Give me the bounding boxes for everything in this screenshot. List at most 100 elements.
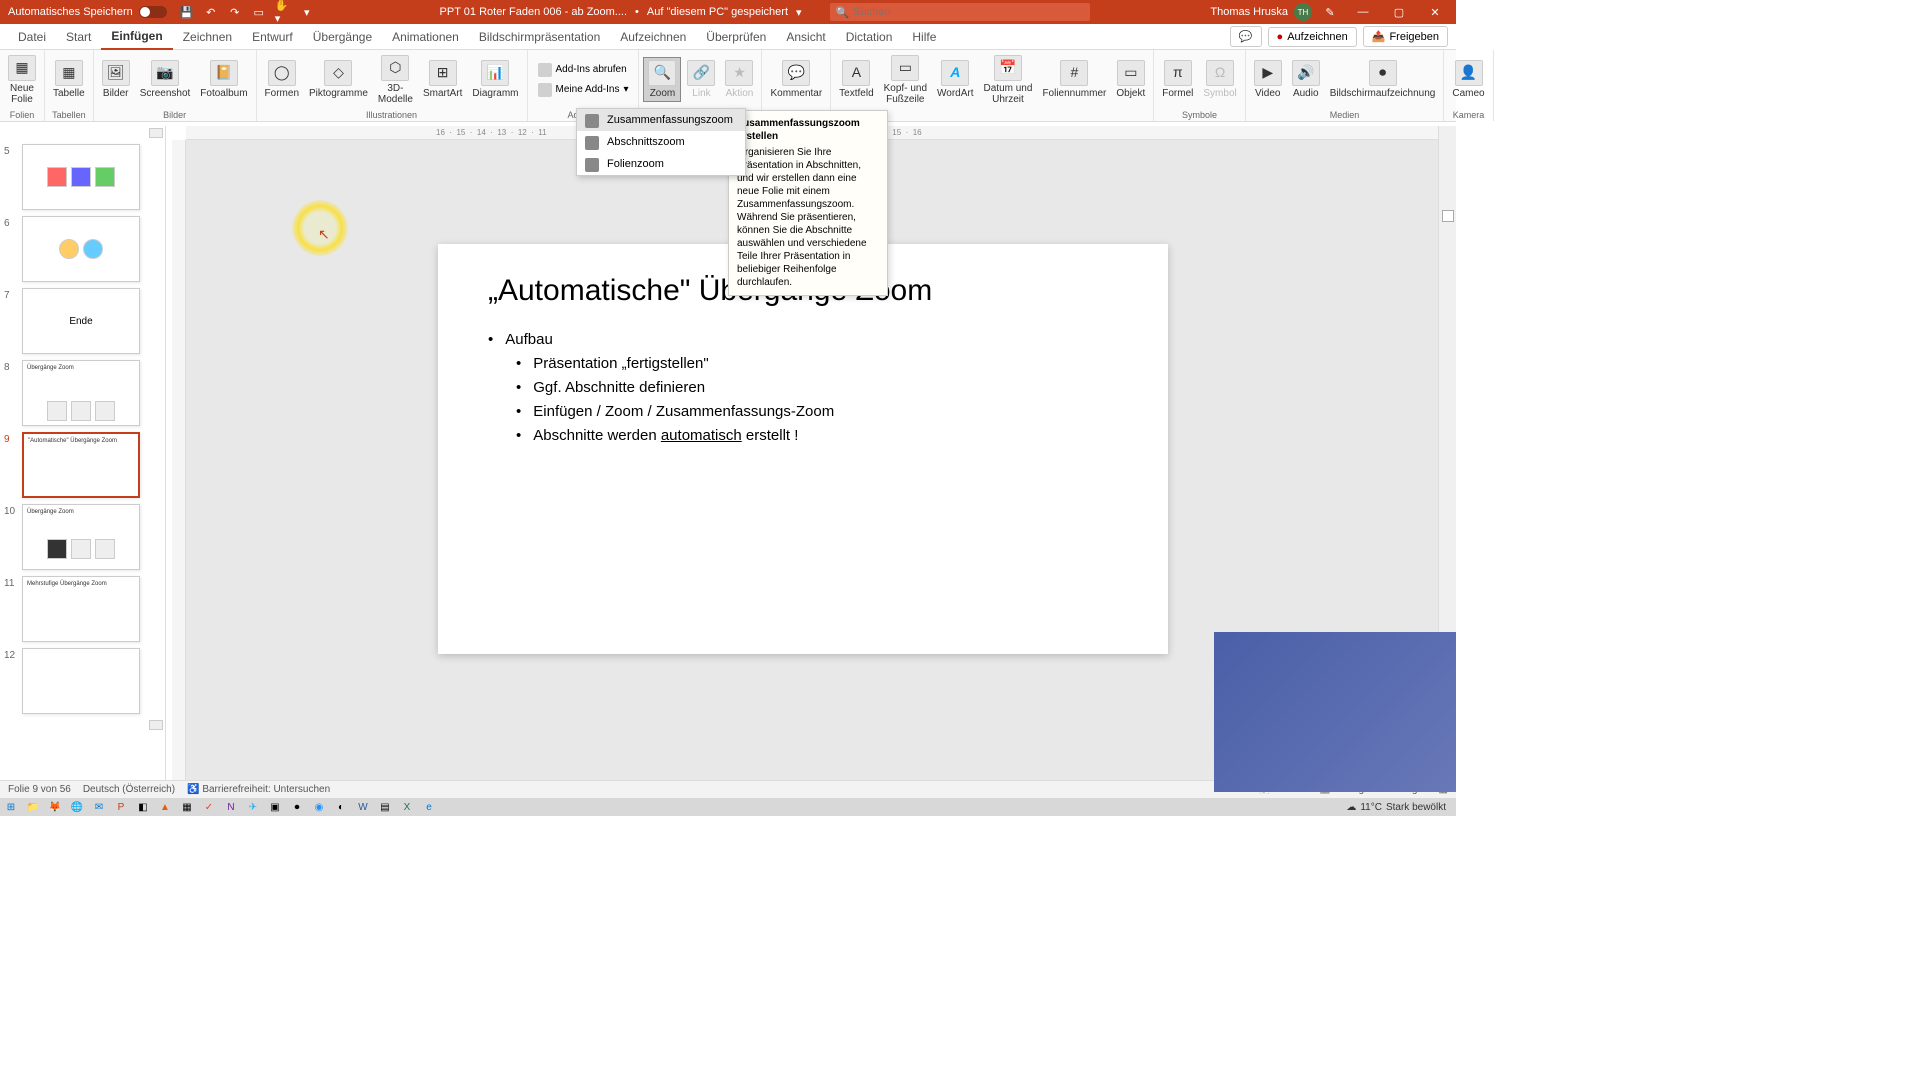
- textfeld-button[interactable]: ATextfeld: [835, 58, 877, 101]
- share-button[interactable]: 📤 Freigeben: [1363, 26, 1448, 47]
- search-input[interactable]: [853, 6, 1083, 18]
- neue-folie-button[interactable]: ▦Neue Folie: [4, 53, 40, 107]
- app-icon-6[interactable]: ▤: [374, 798, 396, 816]
- qa-more-icon[interactable]: ▾: [299, 4, 315, 20]
- link-button[interactable]: 🔗Link: [683, 58, 719, 101]
- tab-einfuegen[interactable]: Einfügen: [101, 24, 172, 50]
- maximize-icon[interactable]: ▢: [1384, 0, 1414, 24]
- symbol-button[interactable]: ΩSymbol: [1199, 58, 1240, 101]
- word-icon[interactable]: W: [352, 798, 374, 816]
- outlook-icon[interactable]: ✉: [88, 798, 110, 816]
- slide-thumb-7[interactable]: 7 Ende: [22, 288, 161, 354]
- objekt-button[interactable]: ▭Objekt: [1112, 58, 1149, 101]
- slide-panel[interactable]: 5 6 7 Ende 8 Übergänge Zoom 9 "Automatis…: [0, 126, 166, 792]
- wordart-button[interactable]: AWordArt: [933, 58, 978, 101]
- slide-thumb-5[interactable]: 5: [22, 144, 161, 210]
- app-icon-3[interactable]: ▣: [264, 798, 286, 816]
- meine-addins-button[interactable]: Meine Add-Ins ▾: [532, 81, 635, 99]
- tab-animationen[interactable]: Animationen: [382, 25, 469, 49]
- user-avatar[interactable]: TH: [1294, 3, 1312, 21]
- app-icon-4[interactable]: ◉: [308, 798, 330, 816]
- minimize-icon[interactable]: —: [1348, 0, 1378, 24]
- obs-icon[interactable]: ⏺: [286, 798, 308, 816]
- excel-icon[interactable]: X: [396, 798, 418, 816]
- datum-button[interactable]: 📅Datum und Uhrzeit: [980, 53, 1037, 107]
- slide-bullets[interactable]: Aufbau Präsentation „fertigstellen" Ggf.…: [488, 328, 1118, 448]
- slide-thumb-8[interactable]: 8 Übergänge Zoom: [22, 360, 161, 426]
- zoom-menu-section[interactable]: Abschnittszoom: [577, 131, 745, 153]
- tab-ansicht[interactable]: Ansicht: [776, 25, 835, 49]
- tab-ueberpruefen[interactable]: Überprüfen: [696, 25, 776, 49]
- screenshot-button[interactable]: 📷Screenshot: [136, 58, 195, 101]
- app-icon-1[interactable]: ◧: [132, 798, 154, 816]
- tab-start[interactable]: Start: [56, 25, 101, 49]
- app-icon-5[interactable]: ◐: [330, 798, 352, 816]
- undo-icon[interactable]: ↶: [203, 4, 219, 20]
- formen-button[interactable]: ◯Formen: [261, 58, 303, 101]
- slide-thumb-6[interactable]: 6: [22, 216, 161, 282]
- audio-button[interactable]: 🔊Audio: [1288, 58, 1324, 101]
- search-box[interactable]: 🔍: [830, 3, 1090, 21]
- app-icon-2[interactable]: ▦: [176, 798, 198, 816]
- todoist-icon[interactable]: ✓: [198, 798, 220, 816]
- slide-counter[interactable]: Folie 9 von 56: [8, 784, 71, 795]
- accessibility-status[interactable]: ♿ Barrierefreiheit: Untersuchen: [187, 784, 330, 795]
- diagramm-button[interactable]: 📊Diagramm: [468, 58, 522, 101]
- tab-bildschirmpraesentation[interactable]: Bildschirmpräsentation: [469, 25, 610, 49]
- explorer-icon[interactable]: 📁: [22, 798, 44, 816]
- formel-button[interactable]: πFormel: [1158, 58, 1197, 101]
- bilder-button[interactable]: 🖼Bilder: [98, 58, 134, 101]
- aktion-button[interactable]: ★Aktion: [721, 58, 757, 101]
- touch-icon[interactable]: ✋▾: [275, 4, 291, 20]
- tab-dictation[interactable]: Dictation: [836, 25, 903, 49]
- tab-entwurf[interactable]: Entwurf: [242, 25, 303, 49]
- tab-aufzeichnen[interactable]: Aufzeichnen: [610, 25, 696, 49]
- autosave-toggle[interactable]: [139, 6, 167, 18]
- start-icon[interactable]: ⊞: [0, 798, 22, 816]
- zoom-menu-summary[interactable]: Zusammenfassungszoom: [577, 109, 745, 131]
- addins-abrufen-button[interactable]: Add-Ins abrufen: [532, 61, 635, 79]
- 3d-modelle-button[interactable]: ⬡3D- Modelle: [374, 53, 417, 107]
- comments-button[interactable]: 💬: [1230, 26, 1262, 47]
- slide-thumb-10[interactable]: 10 Übergänge Zoom: [22, 504, 161, 570]
- onenote-icon[interactable]: N: [220, 798, 242, 816]
- telegram-icon[interactable]: ✈: [242, 798, 264, 816]
- autosave[interactable]: Automatisches Speichern: [0, 6, 175, 18]
- language-status[interactable]: Deutsch (Österreich): [83, 784, 175, 795]
- piktogramme-button[interactable]: ◇Piktogramme: [305, 58, 372, 101]
- tab-uebergaenge[interactable]: Übergänge: [303, 25, 382, 49]
- zoom-menu-slide[interactable]: Folienzoom: [577, 153, 745, 175]
- collapse-toggle[interactable]: [1442, 210, 1454, 222]
- kommentar-button[interactable]: 💬Kommentar: [766, 58, 826, 101]
- smartart-button[interactable]: ⊞SmartArt: [419, 58, 466, 101]
- panel-down-icon[interactable]: [149, 720, 163, 730]
- slide-thumb-9[interactable]: 9 "Automatische" Übergänge Zoom: [22, 432, 161, 498]
- tab-hilfe[interactable]: Hilfe: [902, 25, 946, 49]
- weather-widget[interactable]: ☁ 11°C Stark bewölkt: [1336, 802, 1456, 813]
- firefox-icon[interactable]: 🦊: [44, 798, 66, 816]
- video-button[interactable]: ▶Video: [1250, 58, 1286, 101]
- powerpoint-icon[interactable]: P: [110, 798, 132, 816]
- present-icon[interactable]: ▭: [251, 4, 267, 20]
- save-icon[interactable]: 💾: [179, 4, 195, 20]
- panel-up-icon[interactable]: [149, 128, 163, 138]
- tab-zeichnen[interactable]: Zeichnen: [173, 25, 242, 49]
- slide-thumb-11[interactable]: 11 Mehrstufige Übergänge Zoom: [22, 576, 161, 642]
- vlc-icon[interactable]: ▲: [154, 798, 176, 816]
- record-button[interactable]: ●Aufzeichnen: [1268, 27, 1357, 47]
- edge-icon[interactable]: e: [418, 798, 440, 816]
- close-icon[interactable]: ✕: [1420, 0, 1450, 24]
- kopffuss-button[interactable]: ▭Kopf- und Fußzeile: [880, 53, 931, 107]
- drawing-icon[interactable]: ✎: [1322, 4, 1338, 20]
- foliennummer-button[interactable]: #Foliennummer: [1038, 58, 1110, 101]
- zoom-button[interactable]: 🔍Zoom: [643, 57, 681, 102]
- redo-icon[interactable]: ↷: [227, 4, 243, 20]
- chrome-icon[interactable]: 🌐: [66, 798, 88, 816]
- slide-canvas[interactable]: „Automatische" Übergänge Zoom Aufbau Prä…: [438, 244, 1168, 654]
- tabelle-button[interactable]: ▦Tabelle: [49, 58, 89, 101]
- cameo-button[interactable]: 👤Cameo: [1448, 58, 1488, 101]
- tab-datei[interactable]: Datei: [8, 25, 56, 49]
- slide-thumb-12[interactable]: 12: [22, 648, 161, 714]
- bildschirmaufzeichnung-button[interactable]: ⏺Bildschirmaufzeichnung: [1326, 58, 1440, 101]
- fotoalbum-button[interactable]: 📔Fotoalbum: [196, 58, 251, 101]
